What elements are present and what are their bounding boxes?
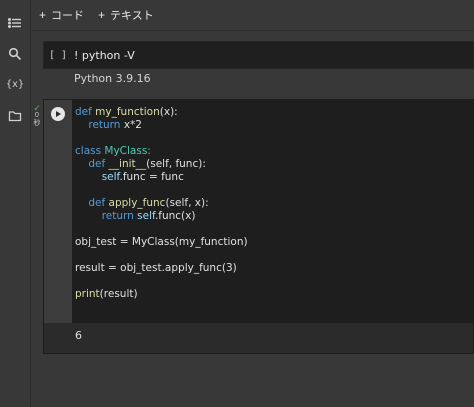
code-token: obj_test = MyClass(my_function) — [75, 236, 248, 248]
code-token: def — [88, 197, 109, 209]
execution-status: ✓ 0 秒 — [32, 104, 42, 128]
code-line[interactable]: obj_test = MyClass(my_function) — [75, 236, 248, 249]
variables-label: {x} — [5, 79, 25, 90]
code-line[interactable]: print(result) — [75, 288, 138, 301]
execution-time-unit: 秒 — [33, 120, 41, 127]
code-line[interactable]: def __init__(self, func): — [75, 158, 206, 171]
code-cell-2[interactable]: def my_function(x): return x*2 class MyCl… — [43, 99, 474, 354]
code-token: return — [101, 210, 138, 222]
code-token: my_function — [95, 106, 160, 118]
table-of-contents-icon[interactable] — [8, 16, 22, 30]
code-token: self — [137, 210, 155, 222]
plus-icon: + — [98, 8, 106, 22]
code-line[interactable]: def apply_func(self, x): — [75, 197, 209, 210]
code-token: (result) — [99, 288, 138, 300]
code-line[interactable]: return self.func(x) — [75, 210, 196, 223]
code-token: x*2 — [123, 119, 142, 131]
execution-time: 0 — [35, 112, 39, 119]
code-token: return — [88, 119, 124, 131]
code-line[interactable]: def my_function(x): — [75, 106, 178, 119]
notebook-toolbar: + コード + テキスト — [31, 0, 474, 31]
code-token: self — [101, 171, 120, 183]
add-code-label: コード — [51, 10, 85, 22]
code-token: (x): — [159, 106, 178, 118]
code-line[interactable]: class MyClass: — [75, 145, 151, 158]
add-text-label: テキスト — [110, 10, 154, 22]
run-cell-button[interactable] — [51, 107, 65, 121]
add-code-button[interactable]: + コード — [39, 7, 84, 23]
variables-icon[interactable]: {x} — [5, 78, 25, 92]
code-token: def — [88, 158, 109, 170]
plus-icon: + — [39, 8, 47, 22]
code-token: __init__ — [108, 158, 147, 170]
folder-icon[interactable] — [8, 109, 22, 123]
code-token: result = obj_test.apply_func(3) — [75, 262, 237, 274]
code-line[interactable]: result = obj_test.apply_func(3) — [75, 262, 237, 275]
notebook-main: [ ] ! python -V Python 3.9.16 ✓ 0 秒 def … — [31, 31, 474, 407]
output-value: 6 — [75, 329, 82, 342]
cell-gutter — [44, 100, 72, 323]
code-token: class — [75, 145, 105, 157]
code-token: .func = func — [119, 171, 184, 183]
code-token: print — [75, 288, 100, 300]
code-token: (self, func): — [146, 158, 206, 170]
add-text-button[interactable]: + テキスト — [98, 7, 154, 23]
code-line[interactable]: return x*2 — [75, 119, 142, 132]
play-icon — [56, 111, 61, 117]
code-cell-1[interactable]: [ ] ! python -V — [43, 41, 474, 69]
cell-code[interactable]: ! python -V — [74, 49, 135, 62]
search-icon[interactable] — [8, 47, 22, 61]
code-token: def — [75, 106, 96, 118]
code-line[interactable]: self.func = func — [75, 171, 184, 184]
cell-execution-bracket[interactable]: [ ] — [44, 50, 72, 61]
code-token: apply_func — [108, 197, 166, 209]
success-check-icon: ✓ — [33, 103, 41, 113]
cell-output-1: Python 3.9.16 — [74, 72, 151, 85]
code-token: (self, x): — [165, 197, 209, 209]
code-token: MyClass: — [104, 145, 151, 157]
cell-output-2: 6 — [44, 323, 473, 353]
code-editor[interactable]: def my_function(x): return x*2 class MyCl… — [72, 100, 473, 323]
code-token: .func(x) — [154, 210, 196, 222]
left-sidebar: {x} — [0, 0, 31, 407]
